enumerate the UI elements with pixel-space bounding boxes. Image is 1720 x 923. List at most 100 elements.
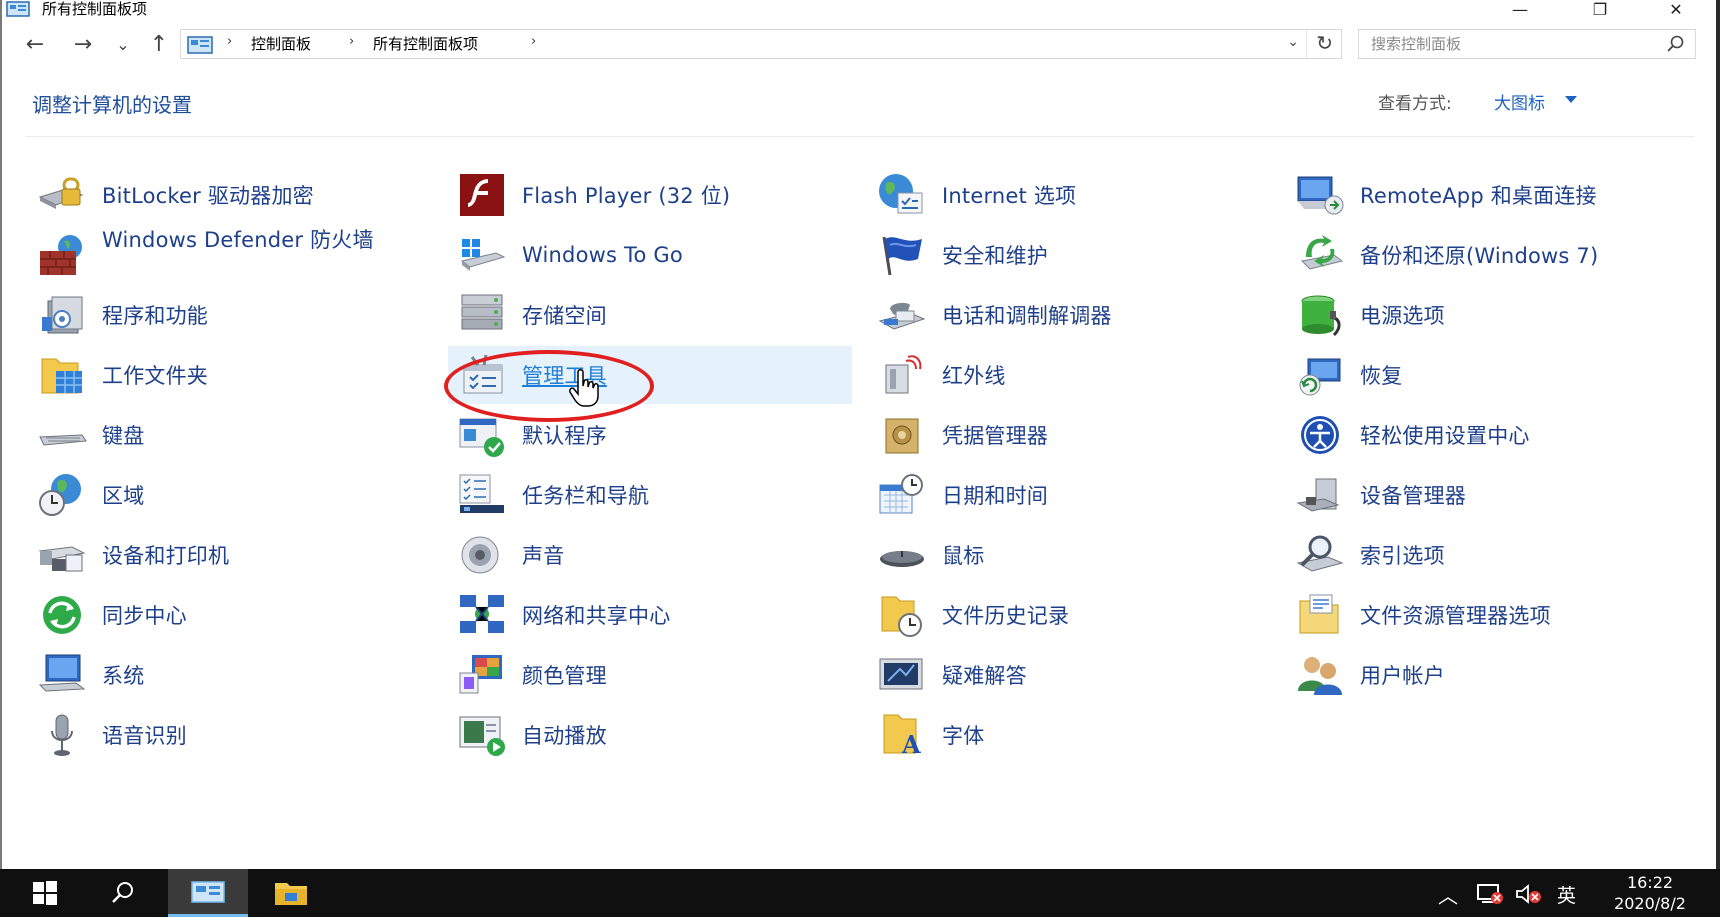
item-label: 颜色管理 (522, 664, 607, 688)
power-options-icon (1301, 295, 1341, 337)
color-management-icon (459, 655, 502, 694)
volume-muted-icon[interactable] (1514, 883, 1542, 905)
speech-recognition-icon (51, 714, 73, 756)
item-devices-printers[interactable]: 设备和打印机 (28, 526, 440, 584)
indexing-options-icon (1296, 535, 1344, 572)
item-taskbar-navigation[interactable]: 任务栏和导航 (448, 466, 852, 524)
item-label: RemoteApp 和桌面连接 (1360, 184, 1597, 208)
up-button[interactable]: ↑ (144, 30, 174, 58)
network-status-icon[interactable] (1476, 883, 1504, 905)
item-explorer-options[interactable]: 文件资源管理器选项 (1286, 586, 1698, 644)
item-recovery[interactable]: 恢复 (1286, 346, 1698, 404)
item-default-programs[interactable]: 默认程序 (448, 406, 852, 464)
item-indexing-options[interactable]: 索引选项 (1286, 526, 1698, 584)
search-box[interactable] (1358, 29, 1696, 59)
breadcrumb-separator[interactable]: › (227, 34, 232, 49)
item-file-history[interactable]: 文件历史记录 (868, 586, 1280, 644)
item-label: 声音 (522, 544, 565, 568)
item-network-sharing[interactable]: 网络和共享中心 (448, 586, 852, 644)
item-label: Flash Player (32 位) (522, 184, 731, 208)
item-programs-features[interactable]: 程序和功能 (28, 286, 440, 344)
storage-spaces-icon (461, 294, 503, 330)
close-button[interactable]: ✕ (1646, 0, 1706, 19)
security-flag-icon (882, 236, 922, 276)
taskbar-search-button[interactable] (98, 869, 148, 917)
start-button[interactable] (20, 869, 70, 917)
sound-icon (461, 536, 499, 574)
item-credential-manager[interactable]: 凭据管理器 (868, 406, 1280, 464)
item-flash-player[interactable]: Flash Player (32 位) (448, 166, 852, 224)
item-internet-options[interactable]: Internet 选项 (868, 166, 1280, 224)
item-infrared[interactable]: 红外线 (868, 346, 1280, 404)
navigation-bar: ← → ⌄ ↑ › 控制面板 › 所有控制面板项 › ⌄ ↻ (0, 26, 1720, 62)
taskbar-clock[interactable]: 16:22 2020/8/2 (1590, 872, 1710, 914)
item-sound[interactable]: 声音 (448, 526, 852, 584)
item-ease-of-access[interactable]: 轻松使用设置中心 (1286, 406, 1698, 464)
clock-time: 16:22 (1626, 873, 1674, 892)
chevron-down-icon[interactable] (1565, 96, 1577, 103)
item-label: 自动播放 (522, 724, 607, 748)
item-storage-spaces[interactable]: 存储空间 (448, 286, 852, 344)
item-region[interactable]: 区域 (28, 466, 440, 524)
item-fonts[interactable]: A 字体 (868, 706, 1280, 764)
item-power-options[interactable]: 电源选项 (1286, 286, 1698, 344)
item-work-folders[interactable]: 工作文件夹 (28, 346, 440, 404)
minimize-button[interactable]: — (1490, 0, 1550, 19)
item-speech-recognition[interactable]: 语音识别 (28, 706, 440, 764)
item-label: Windows Defender 防火墙 (102, 228, 374, 252)
clock-date: 2020/8/2 (1614, 894, 1686, 913)
window-border-right (1716, 0, 1720, 870)
breadcrumb-control-panel[interactable]: 控制面板 (251, 35, 311, 53)
item-color-management[interactable]: 颜色管理 (448, 646, 852, 704)
devices-printers-icon (38, 546, 86, 572)
view-by-label: 查看方式: (1378, 94, 1452, 114)
item-label: 凭据管理器 (942, 424, 1048, 448)
item-autoplay[interactable]: 自动播放 (448, 706, 852, 764)
backup-restore-icon (1300, 235, 1344, 270)
taskbar-file-explorer[interactable] (256, 869, 326, 917)
item-admin-tools[interactable]: 管理工具 (448, 346, 852, 404)
item-firewall[interactable]: Windows Defender 防火墙 (28, 226, 440, 284)
tray-chevron-button[interactable]: ︿ (1438, 880, 1458, 909)
item-label: 语音识别 (102, 724, 187, 748)
item-device-manager[interactable]: 设备管理器 (1286, 466, 1698, 524)
item-security-maintenance[interactable]: 安全和维护 (868, 226, 1280, 284)
forward-button[interactable]: → (66, 30, 100, 58)
search-icon[interactable] (1665, 34, 1685, 54)
restore-button[interactable]: ❐ (1570, 0, 1630, 19)
item-date-time[interactable]: 日期和时间 (868, 466, 1280, 524)
default-programs-icon (459, 418, 504, 457)
recent-locations-button[interactable]: ⌄ (112, 30, 134, 58)
item-windows-to-go[interactable]: Windows To Go (448, 226, 852, 284)
control-panel-icon (6, 1, 30, 17)
sync-center-icon (43, 596, 81, 634)
item-label: 设备管理器 (1360, 484, 1466, 508)
item-mouse[interactable]: 鼠标 (868, 526, 1280, 584)
windows-to-go-icon (460, 239, 506, 271)
back-button[interactable]: ← (18, 30, 52, 58)
refresh-button[interactable]: ↻ (1316, 31, 1333, 55)
search-input[interactable] (1371, 34, 1651, 54)
region-icon (39, 474, 81, 516)
item-label: 红外线 (942, 364, 1006, 388)
address-bar[interactable]: › 控制面板 › 所有控制面板项 › ⌄ ↻ (180, 29, 1342, 59)
address-dropdown-button[interactable]: ⌄ (1287, 34, 1299, 50)
breadcrumb-all-items[interactable]: 所有控制面板项 (373, 35, 478, 53)
view-by-dropdown[interactable]: 大图标 (1494, 89, 1545, 114)
item-phone-modem[interactable]: 电话和调制解调器 (868, 286, 1280, 344)
item-bitlocker[interactable]: BitLocker 驱动器加密 (28, 166, 440, 224)
breadcrumb-separator[interactable]: › (531, 34, 536, 49)
item-label: 索引选项 (1360, 544, 1445, 568)
item-system[interactable]: 系统 (28, 646, 440, 704)
item-user-accounts[interactable]: 用户帐户 (1286, 646, 1698, 704)
taskbar-control-panel[interactable] (168, 869, 248, 917)
item-keyboard[interactable]: 键盘 (28, 406, 440, 464)
item-troubleshooting[interactable]: 疑难解答 (868, 646, 1280, 704)
input-method-indicator[interactable]: 英 (1557, 881, 1576, 908)
file-history-icon (881, 596, 922, 637)
item-remoteapp[interactable]: RemoteApp 和桌面连接 (1286, 166, 1698, 224)
screen-bottom-edge (0, 917, 1720, 923)
item-backup-restore[interactable]: 备份和还原(Windows 7) (1286, 226, 1698, 284)
breadcrumb-separator[interactable]: › (349, 34, 354, 49)
item-sync-center[interactable]: 同步中心 (28, 586, 440, 644)
